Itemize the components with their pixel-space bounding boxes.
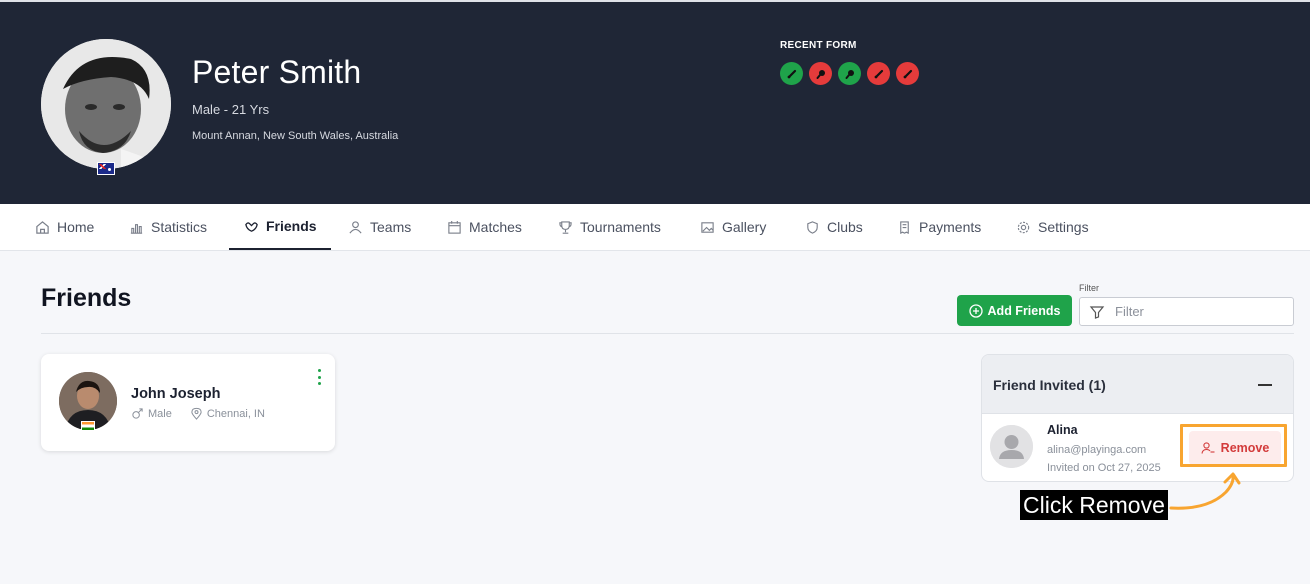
- add-friends-label: Add Friends: [987, 303, 1061, 318]
- profile-tabs: Home Statistics Friends Teams Matches To…: [0, 204, 1310, 251]
- friend-invited-header[interactable]: Friend Invited (1): [982, 355, 1293, 414]
- invitee-email: alina@playinga.com: [1047, 444, 1147, 456]
- image-icon: [701, 221, 714, 233]
- tab-home[interactable]: Home: [29, 204, 100, 250]
- more-options-icon[interactable]: [317, 369, 321, 385]
- arrow-icon: [1169, 472, 1241, 510]
- tab-label: Home: [57, 219, 95, 235]
- invitee-name: Alina: [1047, 423, 1078, 437]
- friend-name: John Joseph: [131, 386, 221, 402]
- form-win-icon: [838, 62, 861, 85]
- tab-tournaments[interactable]: Tournaments: [552, 204, 667, 250]
- tab-statistics[interactable]: Statistics: [123, 204, 213, 250]
- filter-input[interactable]: [1115, 304, 1285, 319]
- tab-payments[interactable]: Payments: [891, 204, 987, 250]
- tab-label: Teams: [370, 219, 412, 235]
- male-icon: [132, 408, 143, 419]
- remove-highlight-box: [1180, 424, 1287, 467]
- friend-invited-title: Friend Invited (1): [993, 377, 1106, 393]
- australia-flag-icon: [97, 162, 115, 175]
- india-flag-icon: [81, 421, 95, 431]
- collapse-icon[interactable]: [1258, 384, 1272, 386]
- instruction-callout: Click Remove: [1020, 490, 1168, 520]
- tab-gallery[interactable]: Gallery: [694, 204, 772, 250]
- add-friends-button[interactable]: Add Friends: [957, 295, 1072, 326]
- recent-form-label: RECENT FORM: [780, 40, 857, 51]
- tab-label: Friends: [266, 218, 317, 234]
- tab-label: Payments: [919, 219, 982, 235]
- form-loss-icon: [809, 62, 832, 85]
- friend-gender: Male: [148, 407, 172, 420]
- invitee-date: Invited on Oct 27, 2025: [1047, 462, 1161, 474]
- friend-meta: Male Chennai, IN: [131, 407, 265, 420]
- profile-header: Peter Smith Male - 21 Yrs Mount Annan, N…: [0, 0, 1310, 204]
- gear-icon: [1017, 221, 1030, 233]
- form-loss-icon: [867, 62, 890, 85]
- profile-gender-age: Male - 21 Yrs: [192, 102, 270, 117]
- tab-label: Gallery: [722, 219, 767, 235]
- plus-circle-icon: [968, 303, 983, 318]
- tab-label: Tournaments: [580, 219, 661, 235]
- tab-label: Clubs: [827, 219, 863, 235]
- friends-icon: [245, 221, 258, 232]
- receipt-icon: [900, 220, 909, 234]
- filter-field[interactable]: [1079, 297, 1294, 326]
- statistics-icon: [130, 223, 143, 234]
- profile-location: Mount Annan, New South Wales, Australia: [192, 130, 399, 142]
- trophy-icon: [559, 220, 572, 234]
- profile-name: Peter Smith: [192, 54, 362, 90]
- page-title: Friends: [41, 284, 132, 312]
- calendar-icon: [448, 220, 461, 234]
- divider: [41, 333, 1294, 334]
- tab-label: Settings: [1038, 219, 1089, 235]
- recent-form-list: [780, 62, 919, 85]
- filter-label: Filter: [1079, 283, 1099, 293]
- filter-icon: [1089, 305, 1105, 319]
- tab-matches[interactable]: Matches: [441, 204, 528, 250]
- form-win-icon: [780, 62, 803, 85]
- form-loss-icon: [896, 62, 919, 85]
- tab-settings[interactable]: Settings: [1010, 204, 1095, 250]
- teams-icon: [349, 220, 362, 233]
- tab-label: Statistics: [151, 219, 208, 235]
- tab-teams[interactable]: Teams: [342, 204, 417, 250]
- tab-label: Matches: [469, 219, 522, 235]
- tab-clubs[interactable]: Clubs: [799, 204, 869, 250]
- profile-avatar: [41, 39, 171, 169]
- location-pin-icon: [191, 407, 202, 420]
- shield-icon: [807, 220, 818, 234]
- invitee-avatar: [990, 425, 1033, 468]
- tab-friends[interactable]: Friends: [229, 204, 331, 250]
- home-icon: [36, 220, 49, 234]
- friend-location: Chennai, IN: [206, 407, 265, 420]
- friend-card[interactable]: John Joseph Male Chennai, IN: [41, 354, 335, 451]
